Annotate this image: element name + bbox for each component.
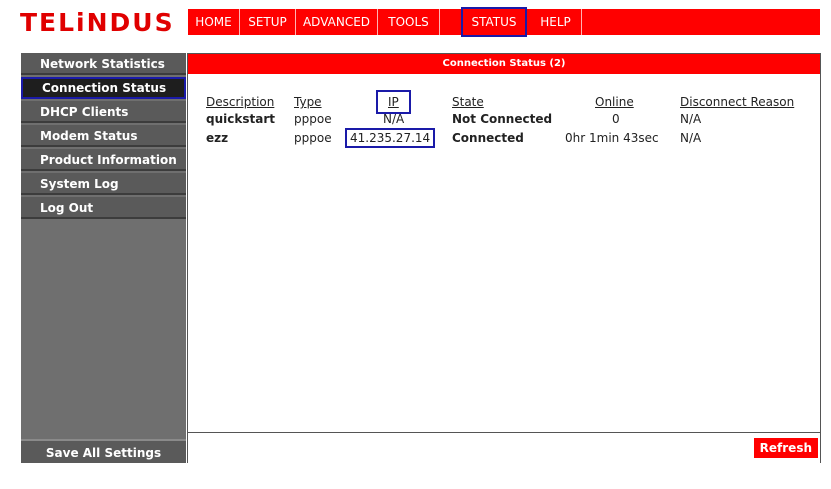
logo-text: TELiNDUS — [20, 8, 175, 37]
column-header-disconnect-reason[interactable]: Disconnect Reason — [680, 94, 794, 110]
column-header-type[interactable]: Type — [294, 94, 322, 110]
nav-home[interactable]: HOME — [188, 9, 240, 35]
column-header-state[interactable]: State — [452, 94, 484, 110]
sidebar-item-log-out[interactable]: Log Out — [21, 197, 186, 219]
row-1-ip: N/A — [383, 112, 405, 126]
row-2-description: ezz — [206, 131, 229, 145]
row-2-type: pppoe — [294, 131, 332, 145]
sidebar-item-dhcp-clients[interactable]: DHCP Clients — [21, 101, 186, 123]
nav-status[interactable]: STATUS — [461, 7, 527, 37]
sidebar-item-connection-status[interactable]: Connection Status — [21, 77, 186, 99]
nav-advanced[interactable]: ADVANCED — [296, 9, 378, 35]
sidebar: Network Statistics Connection Status DHC… — [21, 53, 186, 463]
row-2-ip: 41.235.27.14 — [345, 128, 436, 148]
panel-footer: Refresh — [188, 432, 820, 463]
save-all-settings-button[interactable]: Save All Settings — [21, 439, 186, 463]
top-navigation: HOME SETUP ADVANCED TOOLS STATUS HELP — [188, 7, 820, 37]
column-header-description[interactable]: Description — [206, 94, 274, 110]
telindus-logo: TELiNDUS — [20, 6, 180, 40]
nav-tools[interactable]: TOOLS — [378, 9, 440, 35]
sidebar-item-system-log[interactable]: System Log — [21, 173, 186, 195]
row-2-state: Connected — [452, 131, 524, 145]
row-1-description: quickstart — [206, 112, 275, 126]
row-2-disconnect-reason: N/A — [680, 131, 702, 145]
refresh-button[interactable]: Refresh — [753, 438, 818, 458]
row-1-type: pppoe — [294, 112, 332, 126]
nav-setup[interactable]: SETUP — [240, 9, 296, 35]
nav-help[interactable]: HELP — [530, 9, 582, 35]
panel-title: Connection Status (2) — [188, 54, 820, 74]
row-1-state: Not Connected — [452, 112, 553, 126]
row-1-online: 0 — [612, 112, 620, 126]
column-header-online[interactable]: Online — [595, 94, 634, 110]
sidebar-item-network-statistics[interactable]: Network Statistics — [21, 53, 186, 75]
row-2-online: 0hr 1min 43sec — [565, 131, 659, 145]
connection-status-panel: Connection Status (2) Description Type I… — [187, 53, 821, 463]
sidebar-item-product-information[interactable]: Product Information — [21, 149, 186, 171]
sidebar-item-modem-status[interactable]: Modem Status — [21, 125, 186, 147]
row-1-disconnect-reason: N/A — [680, 112, 702, 126]
